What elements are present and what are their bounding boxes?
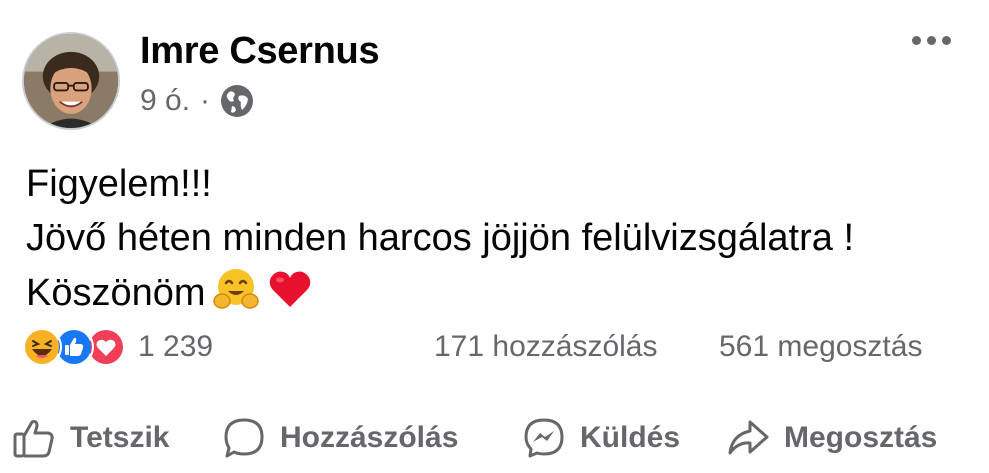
post-text-line-2: Jövő héten minden harcos jöjjön felülviz… bbox=[26, 217, 855, 259]
red-heart-emoji bbox=[266, 265, 314, 328]
facebook-post: Imre Csernus 9 ó. · Figyelem!!! Jövő hét… bbox=[0, 0, 989, 473]
author-avatar[interactable] bbox=[22, 32, 120, 130]
post-actions: Tetszik Hozzászólás Küldés Megosztás bbox=[0, 410, 989, 466]
haha-icon bbox=[22, 327, 62, 367]
globe-icon[interactable] bbox=[220, 84, 254, 118]
avatar-image bbox=[24, 34, 118, 128]
send-label: Küldés bbox=[580, 421, 681, 454]
comment-icon bbox=[222, 416, 266, 460]
thumbs-up-icon bbox=[12, 416, 56, 460]
post-timestamp[interactable]: 9 ó. bbox=[140, 84, 190, 118]
send-button[interactable]: Küldés bbox=[522, 410, 680, 466]
reactions-summary[interactable]: 1 239 bbox=[22, 327, 213, 367]
like-label: Tetszik bbox=[70, 421, 170, 454]
hugging-face-emoji bbox=[212, 265, 260, 328]
share-arrow-icon bbox=[726, 416, 770, 460]
messenger-icon bbox=[522, 416, 566, 460]
share-label: Megosztás bbox=[784, 421, 938, 454]
comments-count[interactable]: 171 hozzászólás bbox=[434, 330, 657, 364]
post-text: Figyelem!!! Jövő héten minden harcos jöj… bbox=[26, 157, 854, 328]
post-meta: 9 ó. · bbox=[140, 84, 254, 118]
comment-button[interactable]: Hozzászólás bbox=[222, 410, 458, 466]
author-name[interactable]: Imre Csernus bbox=[140, 30, 380, 73]
like-button[interactable]: Tetszik bbox=[12, 410, 169, 466]
post-text-line-3-text: Köszönöm bbox=[26, 272, 206, 314]
shares-count[interactable]: 561 megosztás bbox=[719, 330, 922, 364]
comment-label: Hozzászólás bbox=[280, 421, 459, 454]
post-stats: 1 239 171 hozzászólás 561 megosztás bbox=[22, 327, 962, 367]
post-text-line-3: Köszönöm bbox=[26, 265, 854, 328]
more-options-icon[interactable] bbox=[912, 36, 951, 45]
meta-separator: · bbox=[200, 84, 211, 117]
share-button[interactable]: Megosztás bbox=[726, 410, 937, 466]
reaction-count: 1 239 bbox=[138, 330, 214, 363]
post-text-line-1: Figyelem!!! bbox=[26, 163, 212, 205]
